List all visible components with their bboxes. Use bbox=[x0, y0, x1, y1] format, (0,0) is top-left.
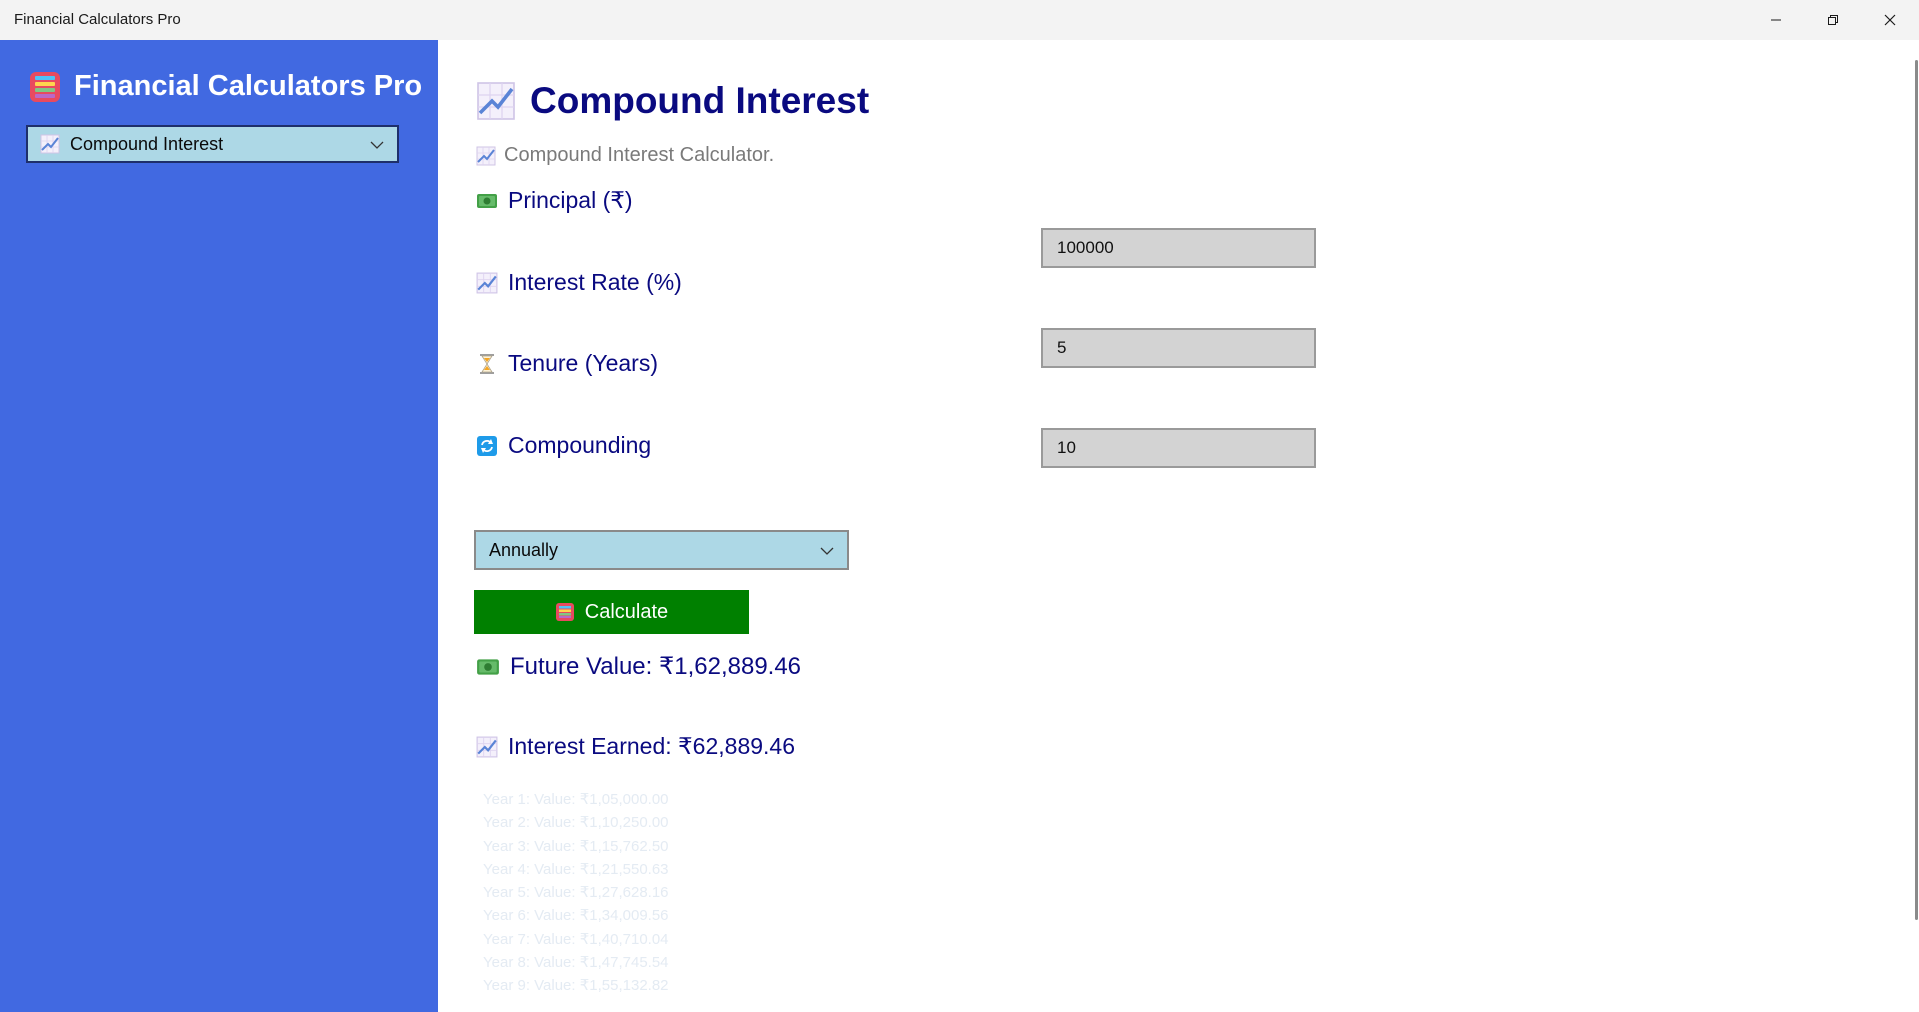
tenure-label-row: Tenure (Years) bbox=[476, 350, 658, 377]
abacus-icon bbox=[555, 603, 574, 621]
refresh-icon bbox=[477, 435, 497, 456]
close-icon bbox=[1884, 14, 1896, 26]
list-item: Year 4: Value: ₹1,21,550.63 bbox=[483, 860, 669, 878]
title-bar: Financial Calculators Pro bbox=[0, 0, 1919, 40]
close-button[interactable] bbox=[1862, 0, 1918, 40]
principal-label: Principal (₹) bbox=[508, 187, 633, 213]
sidebar: Financial Calculators Pro Compound Inter… bbox=[0, 40, 438, 1012]
compounding-select[interactable]: Annually bbox=[474, 530, 849, 570]
calculator-select-value: Compound Interest bbox=[70, 133, 224, 154]
restore-button[interactable] bbox=[1805, 0, 1861, 40]
chevron-down-icon bbox=[370, 141, 384, 149]
banknote-icon bbox=[477, 193, 497, 208]
list-item: Year 9: Value: ₹1,55,132.82 bbox=[483, 977, 669, 995]
compounding-select-value: Annually bbox=[489, 539, 559, 560]
restore-icon bbox=[1828, 15, 1838, 25]
app-header: Financial Calculators Pro bbox=[30, 70, 422, 103]
list-item: Year 6: Value: ₹1,34,009.56 bbox=[483, 907, 669, 925]
tenure-input[interactable]: 10 bbox=[1041, 428, 1316, 468]
future-value-text: Future Value: ₹1,62,889.46 bbox=[510, 653, 802, 680]
chart-increasing-icon bbox=[477, 82, 515, 120]
banknote-icon bbox=[477, 658, 499, 675]
tenure-label: Tenure (Years) bbox=[508, 350, 659, 376]
subtitle-row: Compound Interest Calculator. bbox=[476, 144, 774, 167]
interest-earned-row: Interest Earned: ₹62,889.46 bbox=[476, 733, 795, 760]
page-title: Compound Interest bbox=[530, 80, 870, 121]
rate-input[interactable]: 5 bbox=[1041, 328, 1316, 368]
compounding-label-row: Compounding bbox=[476, 432, 651, 459]
chart-increasing-icon bbox=[476, 736, 498, 757]
chart-increasing-icon bbox=[476, 146, 496, 165]
list-item: Year 3: Value: ₹1,15,762.50 bbox=[483, 837, 669, 855]
future-value-row: Future Value: ₹1,62,889.46 bbox=[476, 652, 801, 681]
chevron-down-icon bbox=[820, 547, 834, 555]
hourglass-icon bbox=[480, 353, 494, 374]
scrollbar[interactable] bbox=[1915, 60, 1918, 920]
chart-increasing-icon bbox=[476, 272, 498, 293]
chart-increasing-icon bbox=[40, 134, 60, 154]
yearly-breakdown-list: Year 1: Value: ₹1,05,000.00 Year 2: Valu… bbox=[483, 788, 783, 998]
list-item: Year 2: Value: ₹1,10,250.00 bbox=[483, 814, 669, 832]
minimize-button[interactable] bbox=[1748, 0, 1804, 40]
rate-label: Interest Rate (%) bbox=[508, 269, 682, 295]
window-title: Financial Calculators Pro bbox=[14, 11, 181, 28]
app-title: Financial Calculators Pro bbox=[74, 70, 423, 102]
interest-earned-text: Interest Earned: ₹62,889.46 bbox=[508, 733, 795, 759]
calculate-button[interactable]: Calculate bbox=[474, 590, 749, 634]
page-header: Compound Interest bbox=[476, 80, 869, 122]
list-item: Year 1: Value: ₹1,05,000.00 bbox=[483, 791, 669, 808]
main-content: Compound Interest Compound Interest Calc… bbox=[438, 40, 1919, 1012]
list-item: Year 7: Value: ₹1,40,710.04 bbox=[483, 930, 669, 948]
principal-input[interactable]: 100000 bbox=[1041, 228, 1316, 268]
compounding-label: Compounding bbox=[508, 432, 652, 458]
calculator-select[interactable]: Compound Interest bbox=[26, 125, 399, 163]
calculate-button-label: Calculate bbox=[584, 600, 669, 623]
rate-label-row: Interest Rate (%) bbox=[476, 269, 682, 296]
list-item: Year 8: Value: ₹1,47,745.54 bbox=[483, 954, 669, 972]
page-subtitle: Compound Interest Calculator. bbox=[504, 144, 775, 166]
list-item: Year 5: Value: ₹1,27,628.16 bbox=[483, 884, 669, 902]
minimize-icon bbox=[1771, 19, 1781, 21]
abacus-icon bbox=[30, 71, 60, 102]
principal-label-row: Principal (₹) bbox=[476, 187, 633, 214]
